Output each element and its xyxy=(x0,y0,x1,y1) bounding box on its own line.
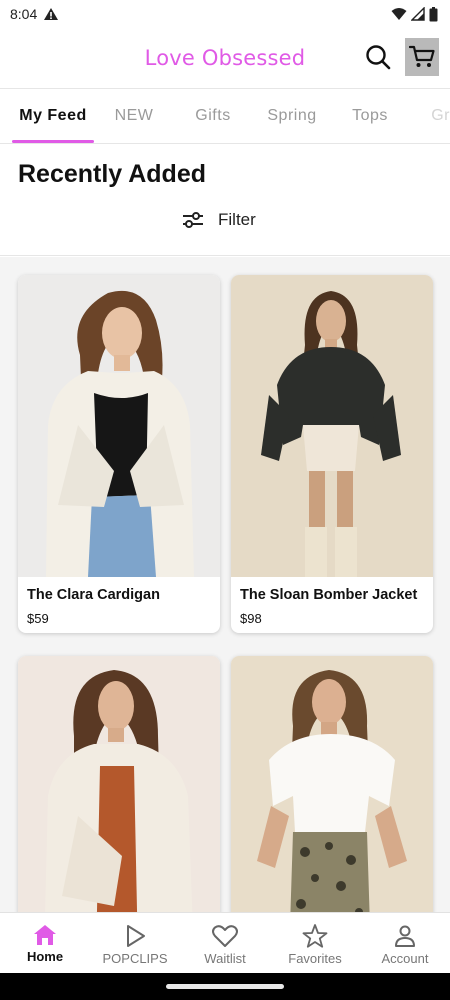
product-name: The Sloan Bomber Jacket xyxy=(240,587,418,603)
heart-icon xyxy=(212,925,238,947)
product-price: $98 xyxy=(240,611,262,626)
play-icon xyxy=(127,925,145,947)
wifi-icon xyxy=(391,8,407,20)
product-card[interactable] xyxy=(18,656,220,912)
product-card[interactable]: The Sloan Bomber Jacket $98 xyxy=(231,275,433,633)
filter-button[interactable]: Filter xyxy=(182,210,256,230)
nav-home-label: Home xyxy=(26,949,64,964)
product-image xyxy=(231,656,433,912)
home-gesture-handle[interactable] xyxy=(166,984,284,989)
nav-waitlist[interactable]: Waitlist xyxy=(180,913,270,973)
product-image xyxy=(18,656,220,912)
status-bar: 8:04 xyxy=(0,0,450,28)
status-time: 8:04 xyxy=(10,6,38,22)
product-grid: The Clara Cardigan $59 The Sloan Bomber … xyxy=(0,257,450,912)
bottom-nav: Home POPCLIPS Waitlist Favorites Account xyxy=(0,912,450,973)
nav-account-label: Account xyxy=(381,951,429,966)
brand-title[interactable]: Love Obsessed xyxy=(145,46,306,70)
search-icon xyxy=(366,45,391,70)
alert-icon xyxy=(44,8,59,20)
nav-popclips[interactable]: POPCLIPS xyxy=(90,913,180,973)
tab-spring[interactable]: Spring xyxy=(252,89,332,143)
section-header: Recently Added Filter xyxy=(0,144,450,256)
cart-button[interactable] xyxy=(405,38,439,76)
star-icon xyxy=(302,924,328,948)
product-image xyxy=(231,275,433,577)
nav-popclips-label: POPCLIPS xyxy=(102,951,168,966)
nav-waitlist-label: Waitlist xyxy=(204,951,246,966)
tab-gifts[interactable]: Gifts xyxy=(174,89,252,143)
nav-home[interactable]: Home xyxy=(0,913,90,973)
app-bar: Love Obsessed xyxy=(0,28,450,88)
nav-account[interactable]: Account xyxy=(360,913,450,973)
cart-icon xyxy=(409,45,435,67)
battery-icon xyxy=(429,6,438,21)
product-image xyxy=(18,275,220,577)
search-button[interactable] xyxy=(361,40,395,74)
filter-sliders-icon xyxy=(183,212,203,228)
category-tabs: My Feed NEW Gifts Spring Tops Gr xyxy=(0,88,450,144)
system-nav-bar xyxy=(0,973,450,1000)
nav-favorites[interactable]: Favorites xyxy=(270,913,360,973)
filter-label: Filter xyxy=(218,210,256,229)
product-price: $59 xyxy=(27,611,49,626)
account-icon xyxy=(395,925,415,947)
product-name: The Clara Cardigan xyxy=(27,587,160,603)
home-icon xyxy=(34,925,56,945)
product-card[interactable]: The Clara Cardigan $59 xyxy=(18,275,220,633)
tab-gr[interactable]: Gr xyxy=(408,89,450,143)
tab-tops[interactable]: Tops xyxy=(332,89,408,143)
product-card[interactable] xyxy=(231,656,433,912)
tab-my-feed[interactable]: My Feed xyxy=(0,89,94,143)
tab-new[interactable]: NEW xyxy=(94,89,174,143)
nav-favorites-label: Favorites xyxy=(288,951,342,966)
section-title: Recently Added xyxy=(18,160,207,188)
signal-icon xyxy=(411,7,425,21)
